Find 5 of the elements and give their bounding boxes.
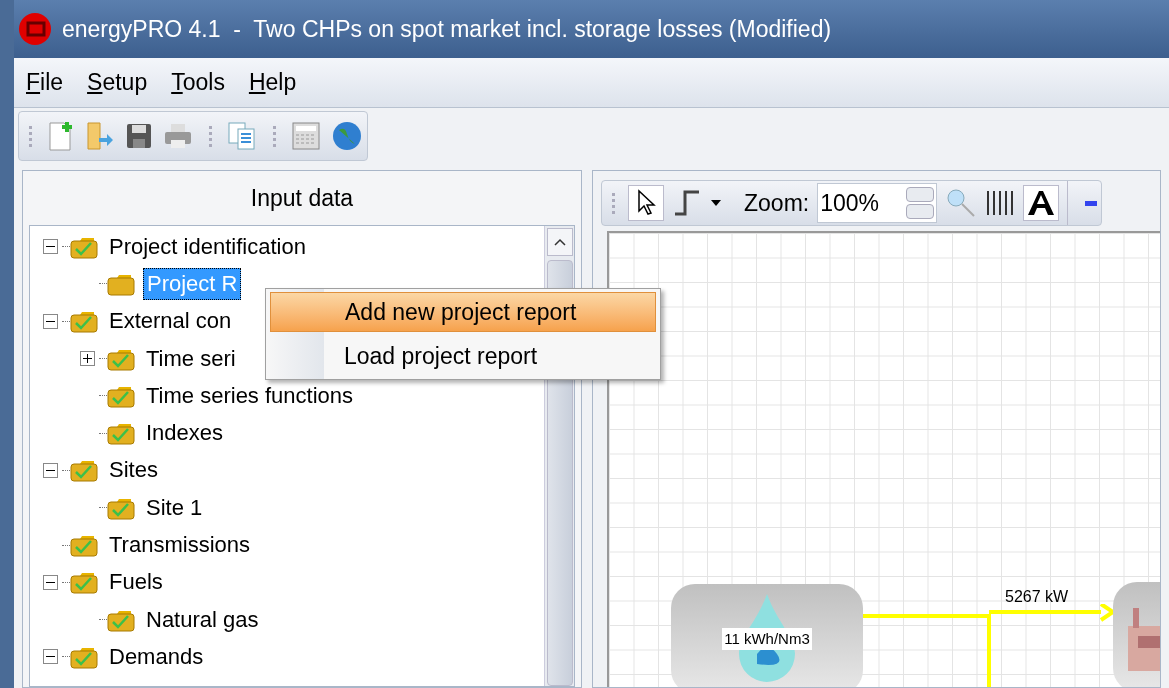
window-title: energyPRO 4.1 - Two CHPs on spot market incl. storage losses (Modified) bbox=[62, 14, 832, 44]
flow-value-label: 5267 kW bbox=[1005, 587, 1069, 607]
panel-title: Input data bbox=[249, 183, 355, 213]
zoom-label: Zoom: bbox=[744, 188, 810, 218]
fuel-value-label: 11 kWh/Nm3 bbox=[722, 627, 812, 651]
